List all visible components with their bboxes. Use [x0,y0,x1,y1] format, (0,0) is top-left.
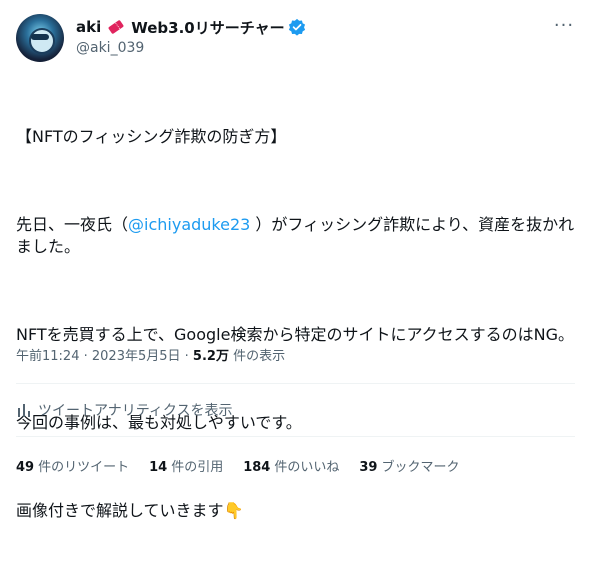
stat-label: 件のいいね [274,460,340,475]
stat-label: ブックマーク [381,460,460,475]
author-names: aki Web3.0リサーチャー @aki_039 [76,17,306,56]
avatar-visor [31,34,49,40]
stat-value: 49 [16,460,35,475]
tweet-stats: 49 件のリツイート 14 件の引用 184 件のいいね 39 ブックマーク [16,456,479,475]
retweets-stat[interactable]: 49 件のリツイート [16,456,129,475]
analytics-label[interactable]: ツイートアナリティクスを表示 [38,400,232,420]
tweet-date[interactable]: 2023年5月5日 [92,349,181,364]
views-label: 件の表示 [233,349,286,364]
tweet-text: 【NFTのフィッシング詐欺の防ぎ方】 先日、一夜氏（@ichiyaduke23 … [16,82,576,566]
more-options-icon[interactable]: ··· [553,17,575,40]
stat-label: 件の引用 [171,460,224,475]
bookmarks-stat[interactable]: 39 ブックマーク [359,456,459,475]
analytics-link[interactable]: ツイートアナリティクスを表示 [16,400,232,420]
analytics-bar-chart-icon [18,404,30,417]
stat-value: 184 [243,460,271,475]
display-name-row[interactable]: aki Web3.0リサーチャー [76,17,306,37]
p2-before: 先日、一夜氏（ [16,215,129,234]
tweet-time[interactable]: 午前11:24 [16,349,79,364]
avatar-face [29,28,55,54]
display-name-suffix[interactable]: Web3.0リサーチャー [131,17,284,38]
ticket-icon [108,20,124,34]
tweet-header: aki Web3.0リサーチャー @aki_039 ··· [16,14,575,70]
meta-separator: · [184,349,193,364]
tweet-meta: 午前11:24 · 2023年5月5日 · 5.2万 件の表示 [16,345,285,364]
tweet-paragraph-2: 先日、一夜氏（@ichiyaduke23 ）がフィッシング詐欺により、資産を抜か… [16,214,576,258]
mention-link[interactable]: @ichiyaduke23 [128,215,250,234]
divider [16,383,575,384]
stat-value: 14 [149,460,168,475]
display-name[interactable]: aki [76,18,101,36]
meta-separator: · [83,349,92,364]
tweet-heading: 【NFTのフィッシング詐欺の防ぎ方】 [16,127,287,146]
handle[interactable]: @aki_039 [76,40,306,56]
stat-label: 件のリツイート [38,460,130,475]
tweet-paragraph-5: 画像付きで解説していきます👇 [16,501,244,520]
quotes-stat[interactable]: 14 件の引用 [149,456,223,475]
avatar[interactable] [16,14,64,62]
tweet-paragraph-3: NFTを売買する上で、Google検索から特定のサイトにアクセスするのはNG。 [16,325,575,344]
verified-badge-icon [288,18,305,36]
stat-value: 39 [359,460,378,475]
likes-stat[interactable]: 184 件のいいね [243,456,339,475]
views-count: 5.2万 [192,349,229,364]
divider [16,436,575,437]
